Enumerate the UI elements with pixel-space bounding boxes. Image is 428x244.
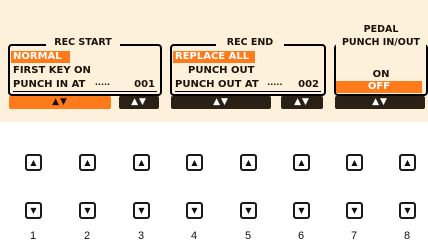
rec-end-group: REC END REPLACE ALL PUNCH OUT PUNCH OUT … <box>170 38 326 96</box>
down-button-1[interactable]: ▼ <box>25 202 42 219</box>
down-button-4[interactable]: ▼ <box>186 202 203 219</box>
punch-in-at-value: 001 <box>134 79 155 90</box>
rec-start-first-key-on-option[interactable]: FIRST KEY ON <box>13 65 91 77</box>
up-button-3[interactable]: ▲ <box>133 154 150 171</box>
button-number-6: 6 <box>297 230 305 242</box>
down-button-7[interactable]: ▼ <box>346 202 363 219</box>
down-button-5[interactable]: ▼ <box>240 202 257 219</box>
pedal-off-option[interactable]: OFF <box>336 81 422 93</box>
pedal-punch-title: PUNCH IN/OUT <box>336 38 426 48</box>
punch-in-value-arrows[interactable]: ▲▼ <box>119 96 159 109</box>
punch-in-dots: ····· <box>94 80 111 89</box>
up-button-4[interactable]: ▲ <box>186 154 203 171</box>
rec-end-replace-all-option[interactable]: REPLACE ALL <box>173 51 255 63</box>
button-number-7: 7 <box>350 230 358 242</box>
pedal-punch-group: PEDAL PUNCH IN/OUT ON OFF <box>334 24 428 96</box>
up-button-5[interactable]: ▲ <box>240 154 257 171</box>
pedal-option-arrows[interactable]: ▲▼ <box>335 96 425 109</box>
down-button-8[interactable]: ▼ <box>399 202 416 219</box>
punch-out-at-value: 002 <box>298 79 319 90</box>
rec-end-punch-out-option[interactable]: PUNCH OUT <box>188 65 254 77</box>
punch-in-at-row[interactable]: PUNCH IN AT ····· 001 <box>13 79 157 92</box>
button-number-3: 3 <box>137 230 145 242</box>
up-button-6[interactable]: ▲ <box>293 154 310 171</box>
rec-end-option-arrows[interactable]: ▲▼ <box>171 96 271 109</box>
up-button-1[interactable]: ▲ <box>25 154 42 171</box>
punch-in-at-label: PUNCH IN AT <box>13 79 86 90</box>
button-number-8: 8 <box>403 230 411 242</box>
down-button-2[interactable]: ▼ <box>79 202 96 219</box>
down-button-3[interactable]: ▼ <box>133 202 150 219</box>
button-number-2: 2 <box>83 230 91 242</box>
punch-out-dots: ····· <box>267 80 283 89</box>
punch-out-at-label: PUNCH OUT AT <box>175 79 259 90</box>
rec-end-title: REC END <box>216 38 284 48</box>
down-button-6[interactable]: ▼ <box>293 202 310 219</box>
rec-start-group: REC START NORMAL FIRST KEY ON PUNCH IN A… <box>8 38 162 96</box>
pedal-on-option[interactable]: ON <box>336 69 426 81</box>
button-number-5: 5 <box>244 230 252 242</box>
up-button-2[interactable]: ▲ <box>79 154 96 171</box>
rec-start-option-arrows[interactable]: ▲▼ <box>9 96 111 109</box>
rec-start-title: REC START <box>46 38 120 48</box>
button-number-4: 4 <box>190 230 198 242</box>
up-button-7[interactable]: ▲ <box>346 154 363 171</box>
button-number-1: 1 <box>29 230 37 242</box>
pedal-title: PEDAL <box>363 24 399 35</box>
rec-start-normal-option[interactable]: NORMAL <box>11 51 70 63</box>
lcd-screen: REC START NORMAL FIRST KEY ON PUNCH IN A… <box>0 0 428 122</box>
punch-out-at-row[interactable]: PUNCH OUT AT ····· 002 <box>175 79 321 92</box>
punch-out-value-arrows[interactable]: ▲▼ <box>281 96 323 109</box>
up-button-8[interactable]: ▲ <box>399 154 416 171</box>
